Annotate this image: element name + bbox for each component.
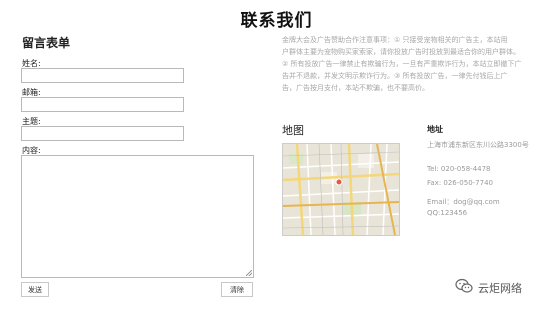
wechat-icon [455,278,473,298]
address-email[interactable]: Email：dog@qq.com [427,197,500,207]
watermark: 云炬网络 [455,278,522,298]
address-tel: Tel: 020-058-4478 [427,165,491,173]
map-title: 地图 [282,124,304,137]
form-title: 留言表单 [22,36,71,50]
resize-handle-icon[interactable] [246,270,252,276]
page-title: 联系我们 [240,11,313,31]
address-street: 上海市浦东新区东川公路3300号 [427,141,529,149]
map-graphic [283,144,399,235]
address-title: 地址 [427,125,443,134]
content-textarea[interactable] [21,155,254,278]
address-qq: QQ:123456 [427,209,468,217]
notice-line: 告，广告按月支付，本站不欺骗，也不要高价。 [282,84,429,92]
send-button[interactable]: 发送 [21,282,49,297]
subject-input[interactable] [21,126,184,141]
notice-line: 告并不退款，并发文明示欺诈行为。③ 所有投放广告，一律先付钱后上广 [282,72,508,80]
notice-line: 金牌大会及广告赞助合作注意事项：① 只接受宠物相关的广告主，本站用 [282,36,508,44]
clear-button[interactable]: 清除 [221,282,253,297]
notice-line: 户群体主要为宠物购买家索家，请你投放广告时投放到最适合你的用户群体。 [282,48,520,56]
email-input[interactable] [21,97,184,112]
map-image[interactable] [282,143,400,236]
watermark-text: 云炬网络 [478,282,522,295]
notice-line: ② 所有投放广告一律禁止有欺骗行为，一旦有严重欺诈行为，本站立即撤下广 [282,60,522,68]
address-fax: Fax: 026-050-7740 [427,179,493,187]
notice-text: 金牌大会及广告赞助合作注意事项：① 只接受宠物相关的广告主，本站用 户群体主要为… [282,34,539,94]
name-input[interactable] [21,68,184,83]
